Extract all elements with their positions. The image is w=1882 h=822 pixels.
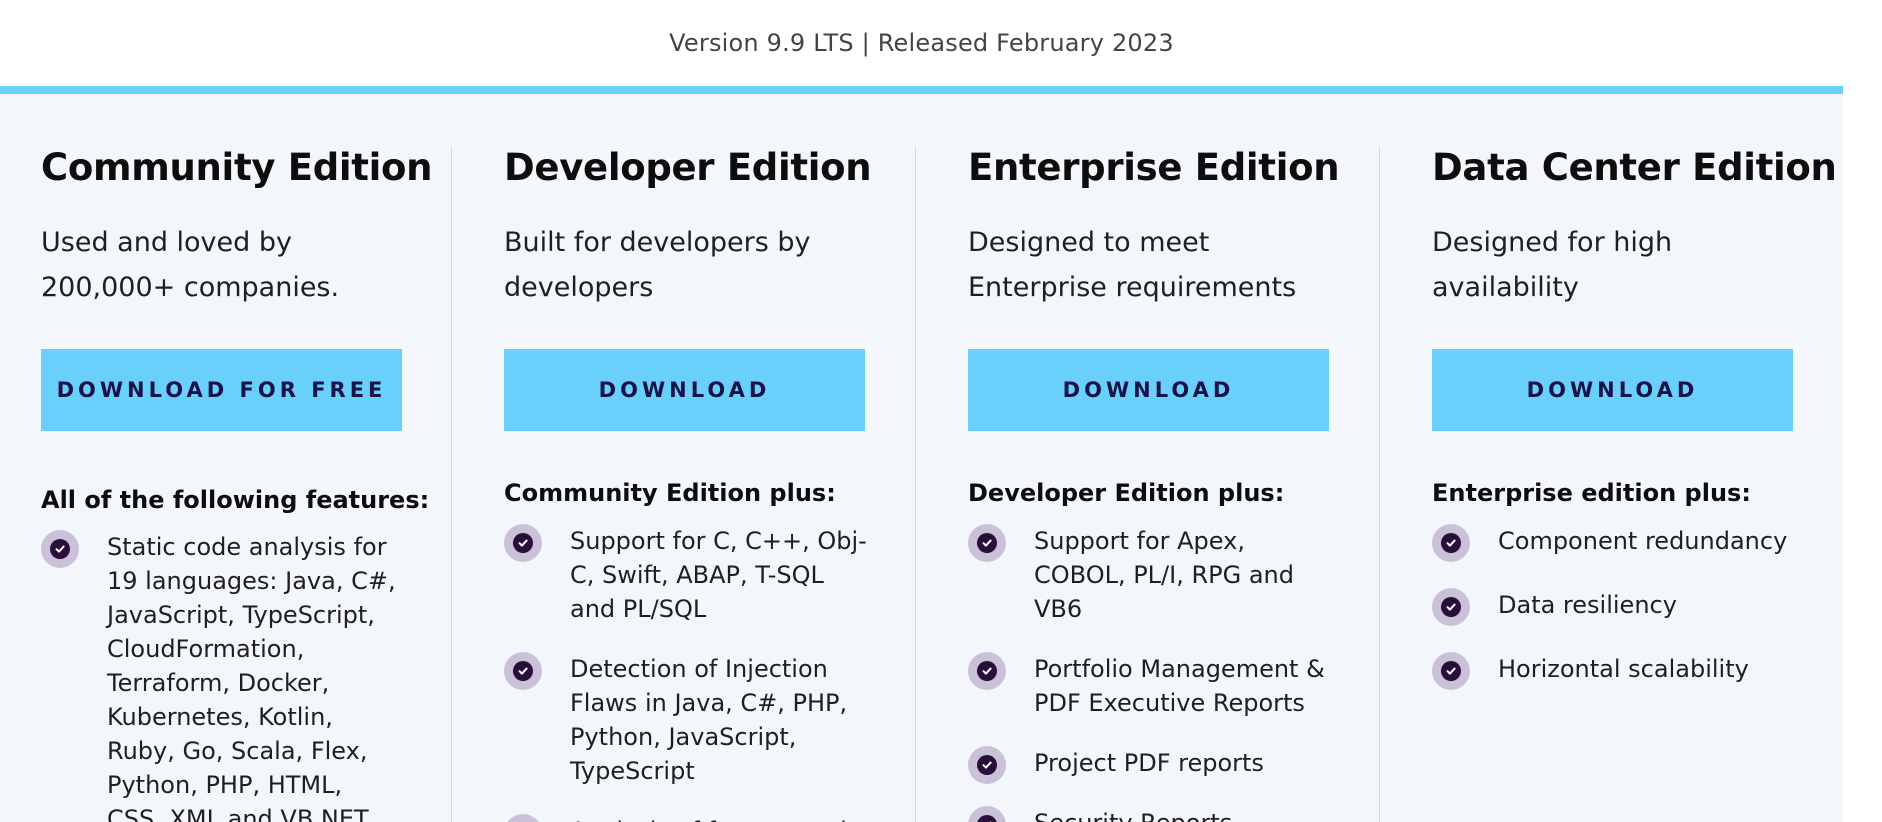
edition-description: Used and loved by 200,000+ companies.	[41, 220, 421, 310]
description-line: 200,000+ companies.	[41, 272, 340, 303]
feature-line: Component redundancy	[1498, 527, 1788, 555]
feature-item: Component redundancy	[1432, 524, 1812, 562]
edition-community: Community Edition Used and loved by 200,…	[0, 94, 463, 822]
check-icon	[1432, 652, 1470, 690]
feature-item: Horizontal scalability	[1432, 652, 1812, 690]
feature-item: Security Reports	[968, 806, 1348, 822]
feature-item: Project PDF reports	[968, 746, 1348, 784]
feature-line: Analysis of feature and	[570, 814, 884, 822]
check-icon	[968, 652, 1006, 690]
accent-divider	[0, 86, 1843, 94]
feature-line: Horizontal scalability	[1498, 655, 1749, 683]
feature-line: Security Reports	[1034, 806, 1348, 822]
feature-list: Component redundancy Data resiliency Hor…	[1432, 524, 1812, 690]
check-icon	[968, 806, 1006, 822]
feature-line: CloudFormation,	[107, 635, 305, 663]
feature-item: Static code analysis for 19 languages: J…	[41, 530, 421, 822]
feature-line: C, Swift, ABAP, T-SQL	[570, 561, 824, 589]
column-divider	[451, 146, 452, 822]
editions-panel: Community Edition Used and loved by 200,…	[0, 94, 1843, 822]
edition-data-center: Data Center Edition Designed for high av…	[1391, 94, 1843, 822]
feature-line: Support for C, C++, Obj-	[570, 527, 867, 555]
edition-title: Enterprise Edition	[968, 146, 1340, 189]
edition-title: Community Edition	[41, 146, 433, 189]
edition-title: Data Center Edition	[1432, 146, 1837, 189]
description-line: Designed for high	[1432, 227, 1673, 258]
description-line: Designed to meet	[968, 227, 1210, 258]
feature-line: JavaScript, TypeScript,	[107, 601, 375, 629]
feature-item: Support for Apex, COBOL, PL/I, RPG and V…	[968, 524, 1348, 626]
check-icon	[504, 524, 542, 562]
edition-enterprise: Enterprise Edition Designed to meet Ente…	[927, 94, 1390, 822]
feature-line: CSS, XML and VB.NET	[107, 805, 369, 822]
feature-list: Support for Apex, COBOL, PL/I, RPG and V…	[968, 524, 1348, 822]
description-line: developers	[504, 272, 654, 303]
feature-line: COBOL, PL/I, RPG and	[1034, 561, 1295, 589]
edition-description: Designed for high availability	[1432, 220, 1812, 310]
feature-line: PDF Executive Reports	[1034, 689, 1305, 717]
features-heading: Enterprise edition plus:	[1432, 479, 1751, 507]
feature-list: Static code analysis for 19 languages: J…	[41, 530, 421, 822]
feature-line: Portfolio Management &	[1034, 655, 1325, 683]
feature-line: Support for Apex,	[1034, 527, 1245, 555]
version-info: Version 9.9 LTS | Released February 2023	[669, 29, 1174, 57]
feature-item: Portfolio Management & PDF Executive Rep…	[968, 652, 1348, 720]
check-icon	[968, 524, 1006, 562]
feature-line: Detection of Injection	[570, 655, 828, 683]
feature-line: and PL/SQL	[570, 595, 707, 623]
column-divider	[1379, 146, 1380, 822]
feature-line: Project PDF reports	[1034, 749, 1264, 777]
feature-line: TypeScript	[570, 757, 695, 785]
check-icon	[41, 530, 79, 568]
feature-item: Analysis of feature and	[504, 814, 884, 822]
features-heading: All of the following features:	[41, 486, 430, 514]
feature-line: Python, JavaScript,	[570, 723, 797, 751]
description-line: Enterprise requirements	[968, 272, 1297, 303]
edition-description: Designed to meet Enterprise requirements	[968, 220, 1348, 310]
check-icon	[1432, 524, 1470, 562]
page: Version 9.9 LTS | Released February 2023…	[0, 0, 1882, 822]
description-line: availability	[1432, 272, 1579, 303]
check-icon	[968, 746, 1006, 784]
description-line: Built for developers by	[504, 227, 811, 258]
feature-item: Data resiliency	[1432, 588, 1812, 626]
feature-line: Python, PHP, HTML,	[107, 771, 343, 799]
edition-title: Developer Edition	[504, 146, 872, 189]
column-divider	[915, 146, 916, 822]
feature-line: Terraform, Docker,	[107, 669, 330, 697]
check-icon	[1432, 588, 1470, 626]
feature-line: Static code analysis for	[107, 533, 387, 561]
description-line: Used and loved by	[41, 227, 292, 258]
feature-line: Kubernetes, Kotlin,	[107, 703, 333, 731]
edition-description: Built for developers by developers	[504, 220, 884, 310]
feature-list: Support for C, C++, Obj- C, Swift, ABAP,…	[504, 524, 884, 822]
edition-developer: Developer Edition Built for developers b…	[463, 94, 926, 822]
feature-line: Flaws in Java, C#, PHP,	[570, 689, 848, 717]
feature-item: Support for C, C++, Obj- C, Swift, ABAP,…	[504, 524, 884, 626]
feature-line: VB6	[1034, 595, 1083, 623]
features-heading: Community Edition plus:	[504, 479, 836, 507]
features-heading: Developer Edition plus:	[968, 479, 1285, 507]
check-icon	[504, 814, 542, 822]
feature-item: Detection of Injection Flaws in Java, C#…	[504, 652, 884, 788]
check-icon	[504, 652, 542, 690]
feature-line: 19 languages: Java, C#,	[107, 567, 396, 595]
download-for-free-button[interactable]: DOWNLOAD FOR FREE	[41, 349, 402, 431]
download-button[interactable]: DOWNLOAD	[504, 349, 865, 431]
download-button[interactable]: DOWNLOAD	[968, 349, 1329, 431]
download-button[interactable]: DOWNLOAD	[1432, 349, 1793, 431]
feature-line: Data resiliency	[1498, 591, 1677, 619]
feature-line: Ruby, Go, Scala, Flex,	[107, 737, 368, 765]
